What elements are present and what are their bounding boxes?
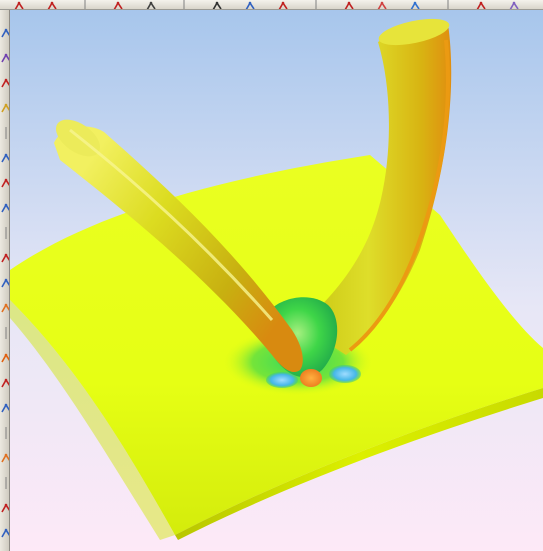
sphere-icon[interactable] bbox=[375, 0, 387, 9]
separator-icon bbox=[0, 124, 9, 139]
separator-icon bbox=[0, 474, 9, 489]
line-tool-icon[interactable] bbox=[0, 24, 9, 38]
hotspot bbox=[300, 369, 322, 387]
blend-tool-icon[interactable] bbox=[0, 174, 9, 188]
spline-tool-icon[interactable] bbox=[0, 49, 9, 63]
rotate-view-icon[interactable] bbox=[210, 0, 222, 9]
separator-icon bbox=[441, 0, 453, 9]
separator-icon bbox=[177, 0, 189, 9]
document-icon[interactable] bbox=[276, 0, 288, 9]
separator-icon bbox=[0, 324, 9, 339]
surface-icon[interactable] bbox=[243, 0, 255, 9]
rotate-tool-icon[interactable] bbox=[0, 499, 9, 513]
sketch-icon[interactable] bbox=[342, 0, 354, 9]
arc-icon[interactable] bbox=[45, 0, 57, 9]
cool-spot-right bbox=[329, 365, 361, 383]
point-tool-icon[interactable] bbox=[0, 74, 9, 88]
trim-tool-icon[interactable] bbox=[0, 249, 9, 263]
left-toolbar bbox=[0, 10, 10, 551]
measure-icon[interactable] bbox=[474, 0, 486, 9]
top-toolbar bbox=[0, 0, 543, 10]
solid-tool-icon[interactable] bbox=[0, 299, 9, 313]
separator-icon bbox=[0, 224, 9, 239]
sweep-tool-icon[interactable] bbox=[0, 149, 9, 163]
rectangle-icon[interactable] bbox=[111, 0, 123, 9]
3d-viewport[interactable] bbox=[10, 10, 543, 551]
extend-tool-icon[interactable] bbox=[0, 274, 9, 288]
surface-tool-icon[interactable] bbox=[0, 399, 9, 413]
fillet-tool-icon[interactable] bbox=[0, 199, 9, 213]
palette-icon[interactable] bbox=[408, 0, 420, 9]
separator-icon bbox=[0, 424, 9, 439]
volume-tool-icon[interactable] bbox=[0, 449, 9, 463]
cut-tool-icon[interactable] bbox=[0, 349, 9, 363]
view-tool-icon[interactable] bbox=[0, 524, 9, 538]
separator-icon bbox=[78, 0, 90, 9]
pentagon-icon[interactable] bbox=[144, 0, 156, 9]
separator-icon bbox=[309, 0, 321, 9]
box-tool-icon[interactable] bbox=[0, 99, 9, 113]
join-tool-icon[interactable] bbox=[0, 374, 9, 388]
scene-canvas[interactable] bbox=[10, 10, 543, 551]
grid-icon[interactable] bbox=[507, 0, 519, 9]
curve-icon[interactable] bbox=[12, 0, 24, 9]
